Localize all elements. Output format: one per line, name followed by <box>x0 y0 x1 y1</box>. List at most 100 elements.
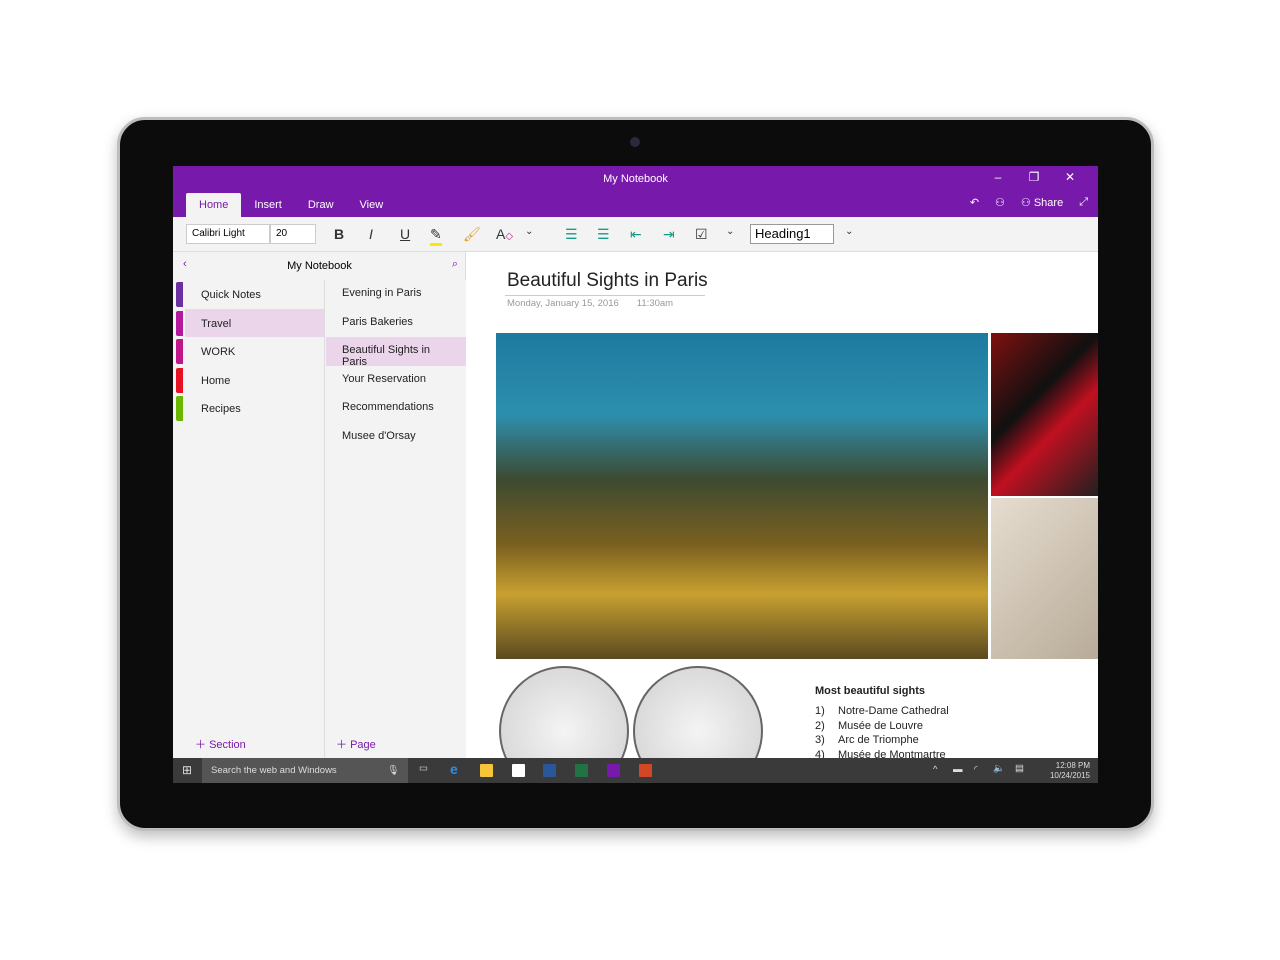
section-label: Recipes <box>201 403 241 416</box>
restore-button[interactable]: ❐ <box>1016 170 1052 184</box>
close-button[interactable]: ✕ <box>1052 170 1088 184</box>
clock[interactable]: 12:08 PM 10/24/2015 <box>1050 761 1090 781</box>
excel-icon[interactable] <box>575 764 588 777</box>
share-label: Share <box>1033 197 1064 209</box>
stained-glass-photo[interactable] <box>991 333 1098 496</box>
tab-home[interactable]: Home <box>186 193 242 217</box>
tab-draw[interactable]: Draw <box>295 193 347 217</box>
clear-formatting-icon[interactable]: A◇ <box>496 226 513 242</box>
sights-list[interactable]: Most beautiful sights 1) Notre-Dame Cathe… <box>815 685 949 763</box>
section-color <box>176 396 183 422</box>
chevron-down-icon[interactable]: ⌄ <box>726 226 734 237</box>
list-number: 2) <box>815 719 825 732</box>
page-canvas[interactable]: Beautiful Sights in Paris Monday, Januar… <box>467 252 1098 783</box>
title-bar: My Notebook – ❐ ✕ Home Insert Draw View … <box>173 166 1098 217</box>
navigation-pane: ‹ My Notebook ⌕ Quick Notes Travel WORK Hom… <box>173 252 466 758</box>
paris-street-photo[interactable] <box>496 333 988 659</box>
notebook-name[interactable]: My Notebook <box>173 260 466 272</box>
page-date: Monday, January 15, 2016 <box>507 298 619 309</box>
windows-start-icon[interactable]: ⊞ <box>182 763 192 777</box>
list-item[interactable]: 3) Arc de Triomphe <box>815 734 949 749</box>
add-section-button[interactable]: ＋ Section <box>195 736 246 752</box>
list-text: Notre-Dame Cathedral <box>838 705 949 717</box>
chevron-up-icon[interactable]: ^ <box>933 764 937 775</box>
indent-icon[interactable]: ⇥ <box>663 226 675 243</box>
search-placeholder: Search the web and Windows <box>211 765 337 776</box>
checkbox-icon[interactable]: ☑ <box>695 226 708 243</box>
section-color <box>176 282 183 307</box>
title-underline <box>505 295 705 296</box>
bullet-list-icon[interactable]: ☰ <box>565 226 578 243</box>
search-icon[interactable]: ⌕ <box>452 258 458 271</box>
edge-icon[interactable]: e <box>450 761 458 777</box>
fullscreen-icon[interactable]: ⤢ <box>1079 196 1088 209</box>
page-item[interactable]: Evening in Paris <box>326 280 466 309</box>
font-size-field[interactable]: 20 <box>270 224 316 244</box>
highlight-icon[interactable]: ✎ <box>430 226 442 246</box>
section-color <box>176 339 183 365</box>
page-item[interactable]: Musee d'Orsay <box>326 423 466 452</box>
format-painter-icon[interactable]: 🖌 <box>463 226 481 243</box>
list-number: 3) <box>815 734 825 746</box>
list-text: Arc de Triomphe <box>838 734 919 746</box>
person-icon[interactable]: ⚇ <box>995 196 1005 209</box>
minimize-button[interactable]: – <box>980 170 1016 184</box>
page-item[interactable]: Your Reservation <box>326 366 466 395</box>
battery-icon[interactable]: ▬ <box>953 764 963 775</box>
bold-icon[interactable]: B <box>334 226 344 242</box>
notifications-icon[interactable]: ▤ <box>1015 763 1024 774</box>
section-tab[interactable]: Home <box>176 366 324 395</box>
section-label: Quick Notes <box>201 289 261 301</box>
microphone-icon[interactable]: 🎙 <box>387 765 399 776</box>
word-icon[interactable] <box>543 764 556 777</box>
section-list: Quick Notes Travel WORK Home Recipes ＋ Sectio… <box>176 280 325 758</box>
page-item[interactable]: Beautiful Sights in Paris <box>326 337 466 368</box>
volume-icon[interactable]: 🔈 <box>993 763 1005 774</box>
task-view-icon[interactable]: ▭ <box>419 763 428 774</box>
taskbar: ⊞ Search the web and Windows 🎙 ▭ e ^ ▬ ◜ … <box>173 758 1098 783</box>
list-item[interactable]: 2) Musée de Louvre <box>815 720 949 735</box>
font-name-field[interactable]: Calibri Light <box>186 224 270 244</box>
outdent-icon[interactable]: ⇤ <box>630 226 642 243</box>
share-button[interactable]: ⚇ Share <box>1021 196 1063 209</box>
section-tab[interactable]: WORK <box>176 337 324 366</box>
page-title[interactable]: Beautiful Sights in Paris <box>507 270 708 292</box>
wifi-icon[interactable]: ◜ <box>974 764 978 775</box>
clock-time: 12:08 PM <box>1055 761 1090 770</box>
tab-view[interactable]: View <box>347 193 397 217</box>
share-icon: ⚇ <box>1020 197 1034 209</box>
underline-icon[interactable]: U <box>400 226 410 242</box>
list-number: 1) <box>815 705 825 717</box>
page-item[interactable]: Paris Bakeries <box>326 309 466 338</box>
tab-insert[interactable]: Insert <box>241 193 295 217</box>
add-page-button[interactable]: ＋ Page <box>336 736 376 752</box>
style-dropdown-icon[interactable]: ⌄ <box>845 226 853 237</box>
list-text: Musée de Louvre <box>838 719 923 732</box>
italic-icon[interactable]: I <box>369 226 373 242</box>
ribbon-toolbar: Calibri Light 20 B I U ✎ 🖌 A◇ ⌄ ☰ ☰ ⇤ ⇥ … <box>173 217 1098 252</box>
list-item[interactable]: 1) Notre-Dame Cathedral <box>815 705 949 720</box>
page-item[interactable]: Recommendations <box>326 394 466 423</box>
add-page-label: Page <box>350 739 376 751</box>
page-list: Evening in Paris Paris Bakeries Beautiful … <box>326 280 466 758</box>
section-tab[interactable]: Recipes <box>176 394 324 423</box>
onenote-window: My Notebook – ❐ ✕ Home Insert Draw View … <box>173 166 1098 783</box>
section-label: Home <box>201 374 231 387</box>
window-title: My Notebook <box>603 173 668 185</box>
add-section-label: Section <box>209 739 246 751</box>
chevron-down-icon[interactable]: ⌄ <box>525 226 533 237</box>
clock-date: 10/24/2015 <box>1049 771 1090 780</box>
taskbar-search[interactable]: Search the web and Windows 🎙 <box>202 758 408 783</box>
store-icon[interactable] <box>512 764 525 777</box>
camera <box>630 137 640 147</box>
section-tab[interactable]: Travel <box>176 308 324 338</box>
style-field[interactable]: Heading1 <box>750 224 834 244</box>
sculpture-photo[interactable] <box>991 498 1098 659</box>
onenote-icon[interactable] <box>607 764 620 777</box>
section-tab[interactable]: Quick Notes <box>176 280 324 309</box>
powerpoint-icon[interactable] <box>639 764 652 777</box>
numbered-list-icon[interactable]: ☰ <box>597 226 610 243</box>
file-explorer-icon[interactable] <box>480 764 493 777</box>
undo-icon[interactable]: ↶ <box>970 196 979 209</box>
section-label: WORK <box>201 346 236 359</box>
